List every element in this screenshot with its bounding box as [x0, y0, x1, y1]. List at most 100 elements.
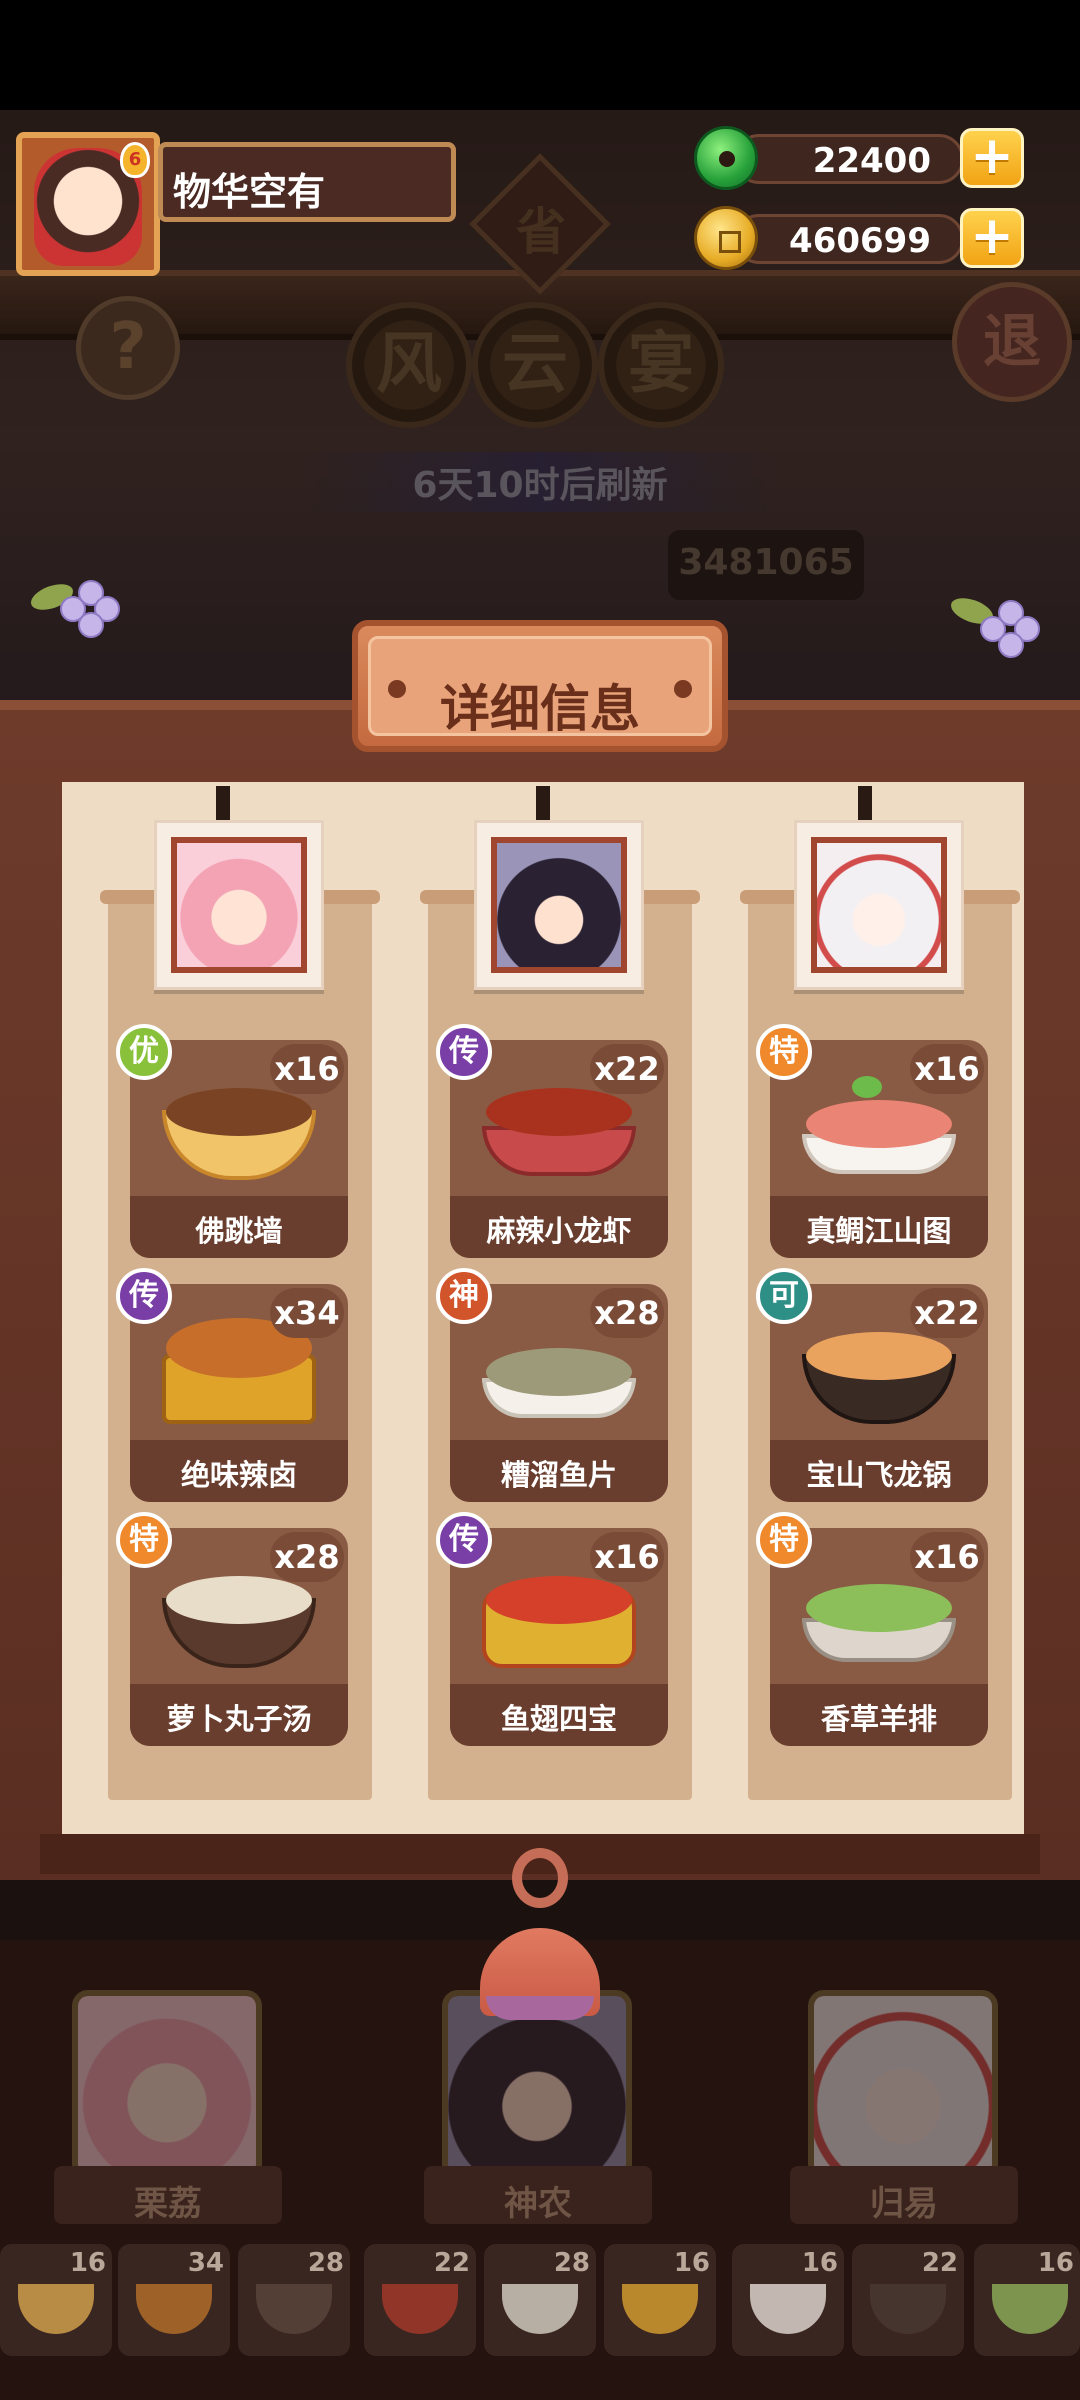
thumb-count: 16: [801, 2248, 838, 2278]
thumb-count: 22: [921, 2248, 958, 2278]
thumb-count: 16: [673, 2248, 710, 2278]
fish-slices-shape: [486, 1348, 632, 1396]
character-portrait: [78, 1996, 256, 2174]
garnish-shape: [852, 1076, 882, 1098]
thumb-count: 16: [1037, 2248, 1074, 2278]
dish-thumbnail[interactable]: 28: [484, 2244, 596, 2356]
thumb-count: 22: [433, 2248, 470, 2278]
bowl-top-shape: [166, 1576, 312, 1624]
dish-name: 真鲷江山图: [806, 1214, 952, 1248]
currency-coin: 460699 +: [694, 206, 1024, 270]
dish-name-bar: 鱼翅四宝: [450, 1684, 668, 1746]
grade-badge: 可: [756, 1268, 812, 1324]
chef-portrait-card[interactable]: [474, 820, 644, 990]
thumb-dish-shape: [622, 2284, 698, 2334]
jade-icon: [694, 126, 758, 190]
dish-thumbnail[interactable]: 22: [852, 2244, 964, 2356]
thumb-dish-shape: [256, 2284, 332, 2334]
currency-bar: 460699: [734, 214, 964, 264]
dish-count: x34: [270, 1288, 344, 1338]
chef-portrait-card[interactable]: [154, 820, 324, 990]
thumb-dish-shape: [992, 2284, 1068, 2334]
detail-title-plaque: 详细信息: [368, 636, 712, 738]
pink-hair-character-portrait: [171, 837, 307, 973]
dish-count: x22: [910, 1288, 984, 1338]
dish-name-bar: 萝卜丸子汤: [130, 1684, 348, 1746]
dish-card[interactable]: x22 传 麻辣小龙虾: [436, 1024, 668, 1258]
thumb-count: 34: [187, 2248, 224, 2278]
dish-name: 糟溜鱼片: [500, 1458, 617, 1492]
character-name: 神农: [504, 2184, 572, 2224]
dish-name-bar: 宝山飞龙锅: [770, 1440, 988, 1502]
dish-count: x28: [590, 1288, 664, 1338]
bowl-top-shape: [486, 1088, 632, 1136]
thumb-dish-shape: [18, 2284, 94, 2334]
status-bar: [0, 0, 1080, 110]
dish-card[interactable]: x16 特 香草羊排: [756, 1512, 988, 1746]
thumb-dish-shape: [502, 2284, 578, 2334]
detail-title-sign: 详细信息: [352, 620, 728, 752]
dish-card[interactable]: x22 可 宝山飞龙锅: [756, 1268, 988, 1502]
thumb-count: 28: [553, 2248, 590, 2278]
dish-card[interactable]: x34 传 绝味辣卤: [116, 1268, 348, 1502]
dish-count: x16: [910, 1044, 984, 1094]
white-hair-character-portrait: [811, 837, 947, 973]
dish-name: 宝山飞龙锅: [806, 1458, 952, 1492]
thumb-count: 16: [69, 2248, 106, 2278]
dish-thumbnail[interactable]: 16: [0, 2244, 112, 2356]
thumb-dish-shape: [382, 2284, 458, 2334]
character-name: 栗荔: [134, 2184, 202, 2224]
character-card[interactable]: [72, 1990, 262, 2180]
bowl-top-shape: [806, 1332, 952, 1380]
dish-name: 佛跳墙: [195, 1214, 283, 1248]
dish-name-bar: 佛跳墙: [130, 1196, 348, 1258]
thumb-dish-shape: [750, 2284, 826, 2334]
dish-thumbnail[interactable]: 16: [732, 2244, 844, 2356]
dish-card[interactable]: x28 特 萝卜丸子汤: [116, 1512, 348, 1746]
chef-portrait-card[interactable]: [794, 820, 964, 990]
dish-name-bar: 绝味辣卤: [130, 1440, 348, 1502]
dish-thumbnail[interactable]: 28: [238, 2244, 350, 2356]
dish-count: x16: [270, 1044, 344, 1094]
dark-hair-character-portrait: [491, 837, 627, 973]
grade-badge: 优: [116, 1024, 172, 1080]
currency-jade: 22400 +: [694, 126, 1024, 190]
dish-name: 萝卜丸子汤: [166, 1702, 312, 1736]
bowl-top-shape: [166, 1088, 312, 1136]
coin-icon: [694, 206, 758, 270]
dish-name: 鱼翅四宝: [500, 1702, 617, 1736]
player-name: 物华空有: [173, 170, 326, 214]
dish-count: x16: [590, 1532, 664, 1582]
bowl-top-shape: [486, 1576, 632, 1624]
dish-thumbnail[interactable]: 16: [604, 2244, 716, 2356]
currency-bar: 22400: [734, 134, 964, 184]
character-name: 归易: [870, 2184, 938, 2224]
dish-name-bar: 麻辣小龙虾: [450, 1196, 668, 1258]
add-jade-button[interactable]: +: [960, 128, 1024, 188]
grade-badge: 特: [116, 1512, 172, 1568]
dish-thumbnail[interactable]: 34: [118, 2244, 230, 2356]
character-portrait: [448, 1996, 626, 2174]
thumb-count: 28: [307, 2248, 344, 2278]
flower-decoration: [947, 593, 1040, 660]
grade-badge: 传: [436, 1024, 492, 1080]
petal: [998, 632, 1024, 658]
grade-badge: 传: [116, 1268, 172, 1324]
player-avatar[interactable]: 6: [16, 132, 160, 276]
add-coin-button[interactable]: +: [960, 208, 1024, 268]
nail-icon: [388, 680, 406, 698]
dish-count: x28: [270, 1532, 344, 1582]
dish-card[interactable]: x28 神 糟溜鱼片: [436, 1268, 668, 1502]
dish-card[interactable]: x16 特 真鲷江山图: [756, 1024, 988, 1258]
dish-thumbnail[interactable]: 16: [974, 2244, 1080, 2356]
dish-name: 香草羊排: [820, 1702, 937, 1736]
character-card[interactable]: [808, 1990, 998, 2180]
dish-card[interactable]: x16 优 佛跳墙: [116, 1024, 348, 1258]
nail-icon: [674, 680, 692, 698]
thumb-dish-shape: [870, 2284, 946, 2334]
dish-card[interactable]: x16 传 鱼翅四宝: [436, 1512, 668, 1746]
avatar-level-badge: 6: [120, 142, 150, 178]
bell-fringe: [486, 1996, 594, 2020]
dish-thumbnail[interactable]: 22: [364, 2244, 476, 2356]
knot-shape: [512, 1848, 568, 1908]
